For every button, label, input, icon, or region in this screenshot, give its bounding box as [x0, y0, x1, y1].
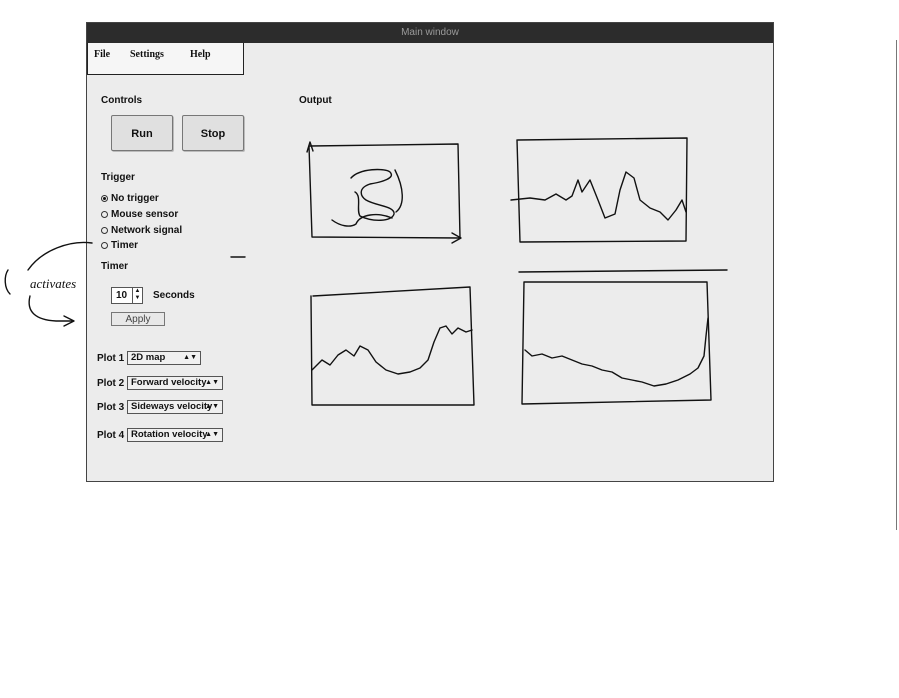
- plot-1-sketch: [306, 141, 462, 244]
- plot-2-sketch: [510, 137, 688, 243]
- annotation-text: activates: [30, 276, 76, 291]
- plot-4-sketch: [518, 269, 728, 405]
- hand-drawn-sketches: activates: [4, 137, 728, 406]
- plot-3-sketch: [310, 286, 475, 406]
